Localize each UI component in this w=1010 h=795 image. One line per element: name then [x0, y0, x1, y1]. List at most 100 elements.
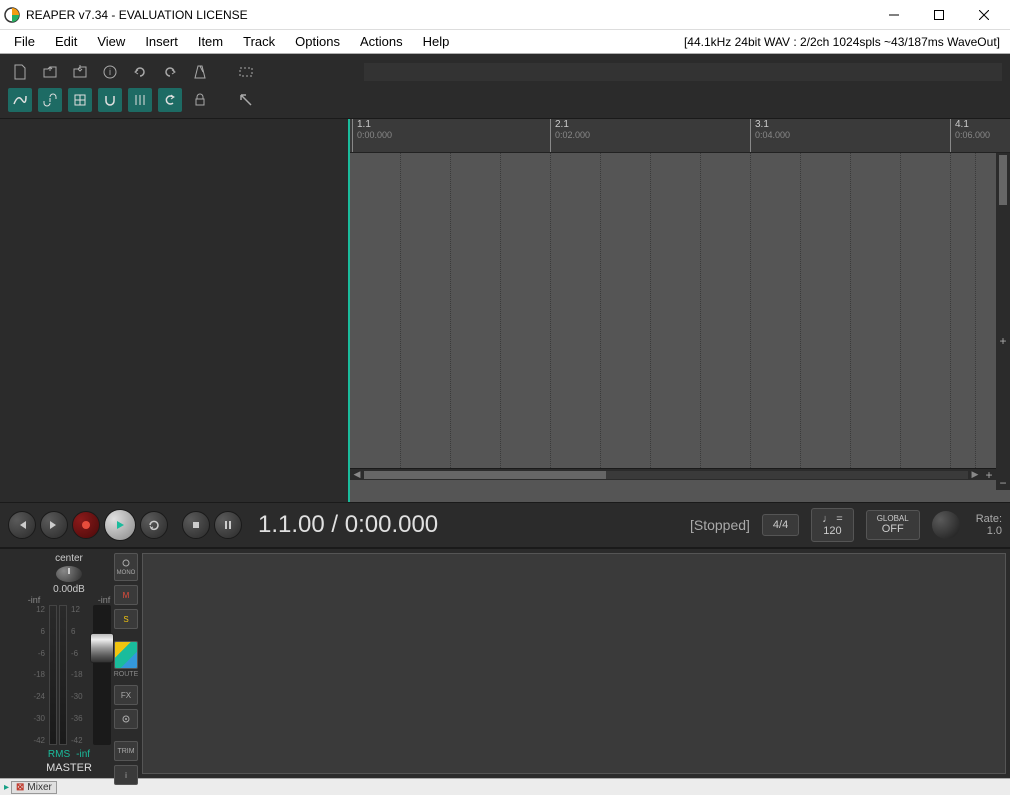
- menu-edit[interactable]: Edit: [45, 34, 87, 49]
- menu-file[interactable]: File: [4, 34, 45, 49]
- master-label: MASTER: [46, 762, 92, 774]
- tracks-canvas[interactable]: [350, 153, 1010, 468]
- automation-mode[interactable]: GLOBAL OFF: [866, 510, 920, 541]
- zoom-out-v-icon[interactable]: −: [999, 476, 1006, 490]
- mixer-tracks-area[interactable]: [142, 553, 1006, 774]
- undo-icon[interactable]: [128, 60, 152, 84]
- rms-label: RMS: [48, 749, 70, 760]
- menu-options[interactable]: Options: [285, 34, 350, 49]
- new-project-icon[interactable]: [8, 60, 32, 84]
- ruler-mark: 1.10:00.000: [352, 119, 392, 152]
- horizontal-scrollbar[interactable]: ◀ ▶ + −: [350, 468, 1010, 480]
- timeline-arrange[interactable]: 1.10:00.000 2.10:02.000 3.10:04.000 4.10…: [348, 119, 1010, 502]
- pan-knob[interactable]: [56, 566, 82, 582]
- global-label: GLOBAL: [877, 515, 909, 524]
- save-project-icon[interactable]: [68, 60, 92, 84]
- go-to-start-button[interactable]: [8, 511, 36, 539]
- go-to-end-button[interactable]: [40, 511, 68, 539]
- meter-scale-left: 126 -6-18 -24-30 -42: [27, 605, 45, 745]
- toggle-icon[interactable]: [234, 88, 258, 112]
- env-button[interactable]: [114, 709, 138, 729]
- master-track: center 0.00dB -inf -inf 126 -6-18 -24-30…: [4, 553, 134, 774]
- statusbar-arrow-icon[interactable]: ▸: [4, 782, 9, 793]
- metronome-icon[interactable]: [188, 60, 212, 84]
- menu-item[interactable]: Item: [188, 34, 233, 49]
- toolbar: i: [0, 54, 1010, 119]
- hscroll-thumb[interactable]: [364, 471, 606, 479]
- zoom-in-v-icon[interactable]: +: [999, 334, 1006, 348]
- window-title: REAPER v7.34 - EVALUATION LICENSE: [26, 8, 871, 22]
- info-button[interactable]: i: [114, 765, 138, 785]
- scroll-right-icon[interactable]: ▶: [968, 469, 982, 480]
- playback-status: [Stopped]: [690, 517, 750, 533]
- menu-bar: File Edit View Insert Item Track Options…: [0, 30, 1010, 54]
- lock-icon[interactable]: [188, 88, 212, 112]
- menu-help[interactable]: Help: [413, 34, 460, 49]
- bpm-note-label: ♩ =: [822, 513, 842, 525]
- menu-view[interactable]: View: [87, 34, 135, 49]
- selection-icon[interactable]: [234, 60, 258, 84]
- status-bar: ▸ ⊠ Mixer: [0, 778, 1010, 795]
- close-button[interactable]: [961, 0, 1006, 30]
- fader-cap[interactable]: [90, 633, 114, 663]
- rate-knob[interactable]: [932, 511, 960, 539]
- global-mode: OFF: [877, 523, 909, 535]
- zoom-in-h-icon[interactable]: +: [982, 468, 996, 482]
- trim-button[interactable]: TRIM: [114, 741, 138, 761]
- solo-button[interactable]: S: [114, 609, 138, 629]
- transport-bar: 1.1.00 / 0:00.000 [Stopped] 4/4 ♩ = 120 …: [0, 502, 1010, 548]
- rms-value: -inf: [76, 749, 90, 760]
- time-signature[interactable]: 4/4: [762, 514, 799, 536]
- master-fader[interactable]: [93, 605, 111, 745]
- hscroll-track[interactable]: [364, 471, 968, 479]
- timeline-ruler[interactable]: 1.10:00.000 2.10:02.000 3.10:04.000 4.10…: [350, 119, 1010, 153]
- fx-button[interactable]: FX: [114, 685, 138, 705]
- record-button[interactable]: [72, 511, 100, 539]
- menu-track[interactable]: Track: [233, 34, 285, 49]
- envelope-icon[interactable]: [8, 88, 32, 112]
- track-header-spacer: [364, 63, 1002, 81]
- track-control-panel[interactable]: [0, 119, 348, 502]
- snap-icon[interactable]: [98, 88, 122, 112]
- stop-button[interactable]: [182, 511, 210, 539]
- time-display[interactable]: 1.1.00 / 0:00.000: [258, 511, 438, 539]
- open-project-icon[interactable]: [38, 60, 62, 84]
- mono-button[interactable]: MONO: [114, 553, 138, 581]
- menu-actions[interactable]: Actions: [350, 34, 413, 49]
- route-button[interactable]: ROUTE: [114, 641, 138, 669]
- rate-value: 1.0: [976, 525, 1002, 537]
- redo-icon[interactable]: [158, 60, 182, 84]
- vertical-scrollbar[interactable]: + −: [996, 153, 1010, 490]
- meter-scale-right: 126 -6-18 -30-36 -42: [71, 605, 89, 745]
- peak-left: -inf: [28, 595, 41, 605]
- link-icon[interactable]: [38, 88, 62, 112]
- ripple-icon[interactable]: [158, 88, 182, 112]
- ruler-mark: 4.10:06.000: [950, 119, 990, 152]
- close-mixer-icon[interactable]: ⊠: [16, 782, 24, 793]
- scroll-left-icon[interactable]: ◀: [350, 469, 364, 480]
- db-readout: 0.00dB: [53, 584, 85, 595]
- grid-icon[interactable]: [68, 88, 92, 112]
- rate-display[interactable]: Rate: 1.0: [976, 513, 1002, 537]
- grid-lines-icon[interactable]: [128, 88, 152, 112]
- mixer-tab[interactable]: ⊠ Mixer: [11, 781, 57, 794]
- rate-label: Rate:: [976, 513, 1002, 525]
- audio-device-info[interactable]: [44.1kHz 24bit WAV : 2/2ch 1024spls ~43/…: [684, 35, 1006, 49]
- mute-button[interactable]: M: [114, 585, 138, 605]
- pause-button[interactable]: [214, 511, 242, 539]
- minimize-button[interactable]: [871, 0, 916, 30]
- peak-right: -inf: [98, 595, 111, 605]
- mixer-tab-label: Mixer: [27, 782, 51, 793]
- vscroll-thumb[interactable]: [999, 155, 1007, 205]
- menu-insert[interactable]: Insert: [135, 34, 188, 49]
- arrange-area: 1.10:00.000 2.10:02.000 3.10:04.000 4.10…: [0, 119, 1010, 502]
- project-settings-icon[interactable]: i: [98, 60, 122, 84]
- bpm-box[interactable]: ♩ = 120: [811, 508, 853, 542]
- ruler-mark: 2.10:02.000: [550, 119, 590, 152]
- mixer-panel: center 0.00dB -inf -inf 126 -6-18 -24-30…: [0, 548, 1010, 778]
- app-logo-icon: [4, 7, 20, 23]
- maximize-button[interactable]: [916, 0, 961, 30]
- svg-text:i: i: [109, 67, 111, 77]
- play-button[interactable]: [104, 509, 136, 541]
- loop-button[interactable]: [140, 511, 168, 539]
